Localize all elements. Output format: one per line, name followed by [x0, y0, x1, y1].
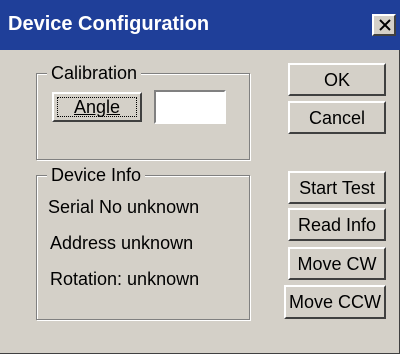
ok-button-label: OK [323, 69, 350, 90]
angle-button[interactable]: Angle [52, 92, 142, 122]
rotation-label: Rotation: unknown [50, 269, 200, 289]
move-cw-button-label: Move CW [297, 253, 377, 274]
angle-button-label: Angle [73, 97, 121, 117]
title-bar[interactable]: Device Configuration [0, 0, 400, 50]
window-title: Device Configuration [8, 13, 210, 35]
serial-number-label: Serial No unknown [48, 197, 200, 217]
dialog-window: Device Configuration Calibration Angle D… [0, 0, 400, 354]
cancel-button[interactable]: Cancel [288, 101, 386, 134]
calibration-group-label: Calibration [47, 62, 142, 84]
close-icon [379, 19, 391, 31]
start-test-button-label: Start Test [299, 177, 375, 198]
device-info-group-label: Device Info [47, 164, 146, 186]
close-button[interactable] [372, 14, 396, 36]
cancel-button-label: Cancel [308, 107, 366, 128]
start-test-button[interactable]: Start Test [288, 171, 386, 204]
move-ccw-button[interactable]: Move CCW [284, 285, 386, 319]
angle-value-field[interactable] [154, 90, 226, 124]
read-info-button-label: Read Info [297, 214, 377, 235]
ok-button[interactable]: OK [288, 63, 386, 96]
address-label: Address unknown [50, 233, 194, 253]
move-ccw-button-label: Move CCW [288, 292, 381, 312]
read-info-button[interactable]: Read Info [288, 208, 386, 241]
move-cw-button[interactable]: Move CW [288, 247, 386, 280]
